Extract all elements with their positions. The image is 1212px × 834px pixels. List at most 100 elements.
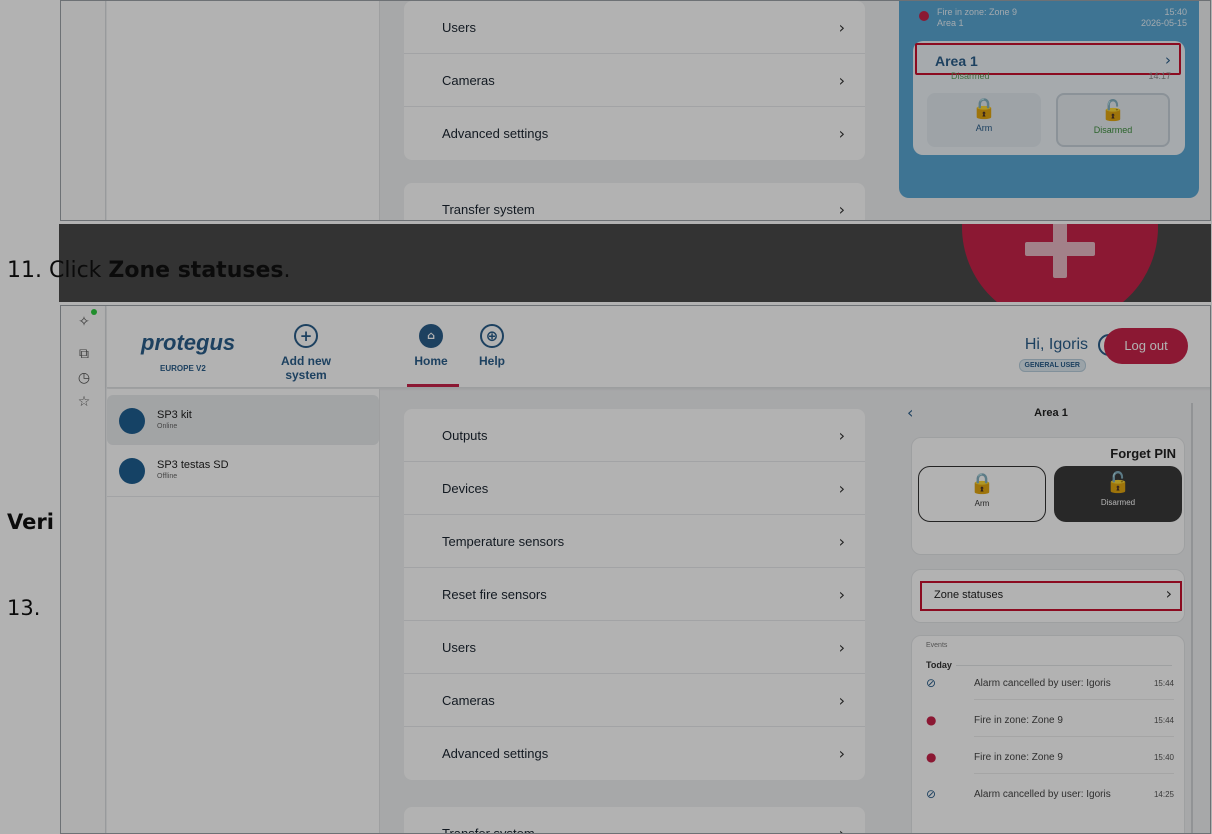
chevron-right-icon: › — [838, 690, 845, 710]
events-label: Events — [926, 642, 948, 649]
forget-pin-link[interactable]: Forget PIN — [1110, 446, 1176, 461]
help-button[interactable]: ⊕ Help — [472, 324, 512, 368]
area-card: Area 1 › Disarmed 14:17 🔒 Arm 🔓 Disarmed — [913, 41, 1185, 155]
menu-item-advanced-settings[interactable]: Advanced settings › — [404, 727, 865, 780]
app-header: protegus EUROPE V2 + Add new system ⌂ Home… — [107, 306, 1210, 388]
chevron-right-icon: › — [838, 824, 845, 834]
arm-controls-card: Forget PIN 🔒 Arm 🔓 Disarmed — [911, 437, 1185, 555]
event-row[interactable]: ⊘ Alarm cancelled by user: Igoris 14:25 — [912, 783, 1186, 811]
status-dot — [91, 309, 97, 315]
logout-button[interactable]: Log out — [1104, 328, 1188, 364]
menu-item-devices[interactable]: Devices › — [404, 462, 865, 515]
disarm-button[interactable]: 🔓 Disarmed — [1056, 93, 1170, 147]
add-new-system-button[interactable]: + Add new system — [261, 324, 351, 382]
menu-item-advanced-settings[interactable]: Advanced settings › — [404, 107, 865, 160]
disarm-button[interactable]: 🔓 Disarmed — [1054, 466, 1182, 522]
today-label: Today — [926, 660, 952, 670]
verify-heading: Veri — [7, 510, 54, 534]
chevron-right-icon[interactable]: › — [1165, 51, 1171, 69]
event-row[interactable]: ⊘ Alarm cancelled by user: Igoris 15:44 — [912, 672, 1186, 700]
area-status: Disarmed — [951, 71, 990, 81]
notice-time: 15:40 — [1164, 7, 1187, 17]
chevron-right-icon: › — [838, 478, 845, 498]
zone-statuses-label: Zone statuses — [934, 589, 1004, 601]
check-circle-icon: ⊘ — [926, 676, 937, 690]
menu-item-users[interactable]: Users › — [404, 1, 865, 54]
help-icon: ⊕ — [480, 324, 504, 348]
star-icon[interactable]: ☆ — [74, 394, 94, 414]
scrollbar[interactable] — [1191, 403, 1193, 833]
system-list: SP3 kit Online SP3 testas SD Offline — [107, 389, 380, 833]
chevron-right-icon: › — [838, 124, 845, 143]
chevron-right-icon: › — [838, 744, 845, 763]
divider — [974, 773, 1174, 774]
menu-item-cameras[interactable]: Cameras › — [404, 674, 865, 727]
step-13-number: 13. — [7, 596, 41, 620]
unlock-icon: 🔓 — [1100, 98, 1126, 122]
unlock-icon: 🔓 — [1105, 470, 1131, 494]
home-button[interactable]: ⌂ Home — [411, 324, 451, 368]
back-chevron-icon[interactable]: ‹ — [907, 403, 913, 422]
fire-icon: ● — [926, 750, 937, 764]
zone-statuses-card[interactable]: Zone statuses › — [911, 569, 1185, 623]
chevron-right-icon: › — [838, 637, 845, 657]
system-item[interactable]: SP3 testas SD Offline — [107, 445, 379, 497]
step-11-instruction: 11. Click Zone statuses. — [7, 258, 291, 283]
home-icon: ⌂ — [419, 324, 443, 348]
menu-item-transfer-system[interactable]: Transfer system › — [404, 183, 865, 220]
area-time: 14:17 — [1148, 71, 1171, 81]
panel-title: Area 1 — [1034, 407, 1068, 419]
menu-item-temperature-sensors[interactable]: Temperature sensors › — [404, 515, 865, 568]
user-greeting: Hi, Igoris — [1024, 336, 1088, 353]
divider — [974, 736, 1174, 737]
screenshot-top: Users › Cameras › Advanced settings › Trans… — [60, 0, 1211, 221]
fire-icon — [919, 11, 929, 21]
settings-menu: Users › Cameras › Advanced settings › — [404, 1, 865, 160]
chevron-right-icon: › — [838, 17, 845, 37]
chevron-right-icon: › — [838, 531, 845, 551]
arm-button[interactable]: 🔒 Arm — [918, 466, 1046, 522]
events-card: Events Today ⊘ Alarm cancelled by user: … — [911, 635, 1186, 833]
system-avatar — [119, 458, 145, 484]
menu-item-reset-fire-sensors[interactable]: Reset fire sensors › — [404, 568, 865, 621]
divider — [974, 699, 1174, 700]
menu-item-users[interactable]: Users › — [404, 621, 865, 674]
menu-item-outputs[interactable]: Outputs › — [404, 409, 865, 462]
plus-icon — [1053, 224, 1067, 278]
system-item[interactable]: SP3 kit Online — [107, 395, 379, 445]
sparkle-icon[interactable]: ✧ — [74, 314, 94, 334]
chevron-right-icon: › — [838, 584, 845, 604]
chevron-right-icon: › — [838, 70, 845, 90]
system-list — [107, 1, 380, 220]
fire-icon: ● — [926, 713, 937, 727]
plus-icon: + — [294, 324, 318, 348]
transfer-card: Transfer system › — [404, 807, 865, 834]
area-title[interactable]: Area 1 — [935, 53, 978, 69]
screenshot-main: ✧ ⧉ ◷ ☆ protegus EUROPE V2 + Add new syst… — [60, 305, 1211, 834]
menu-item-cameras[interactable]: Cameras › — [404, 54, 865, 107]
notice-event: Fire in zone: Zone 9 — [937, 7, 1018, 17]
chevron-right-icon: › — [1165, 584, 1172, 603]
left-rail — [61, 1, 106, 220]
chevron-right-icon: › — [838, 425, 845, 445]
notice-date: 2026-05-15 — [1140, 18, 1187, 28]
lock-icon: 🔒 — [971, 96, 997, 120]
logo-subtitle: EUROPE V2 — [160, 364, 206, 373]
clock-icon[interactable]: ◷ — [74, 370, 94, 390]
active-tab-indicator — [407, 384, 459, 387]
ai-icon[interactable]: ⧉ — [74, 346, 94, 366]
arm-button[interactable]: 🔒 Arm — [927, 93, 1041, 147]
left-rail: ✧ ⧉ ◷ ☆ — [61, 306, 106, 833]
event-row[interactable]: ● Fire in zone: Zone 9 15:40 — [912, 746, 1186, 774]
settings-menu: Outputs › Devices › Temperature sensors › R… — [404, 409, 865, 780]
transfer-card: Transfer system › — [404, 183, 865, 220]
system-avatar — [119, 408, 145, 434]
notice-area: Area 1 — [937, 18, 964, 28]
area-details-panel: ‹ Area 1 Forget PIN 🔒 Arm 🔓 Disarmed Zone … — [899, 389, 1199, 833]
area-panel: Fire in zone: Zone 9 Area 1 15:40 2026-0… — [899, 1, 1199, 198]
menu-item-transfer-system[interactable]: Transfer system › — [404, 807, 865, 834]
lock-icon: 🔒 — [969, 471, 995, 495]
chevron-right-icon: › — [838, 200, 845, 219]
event-row[interactable]: ● Fire in zone: Zone 9 15:44 — [912, 709, 1186, 737]
divider — [956, 665, 1172, 666]
